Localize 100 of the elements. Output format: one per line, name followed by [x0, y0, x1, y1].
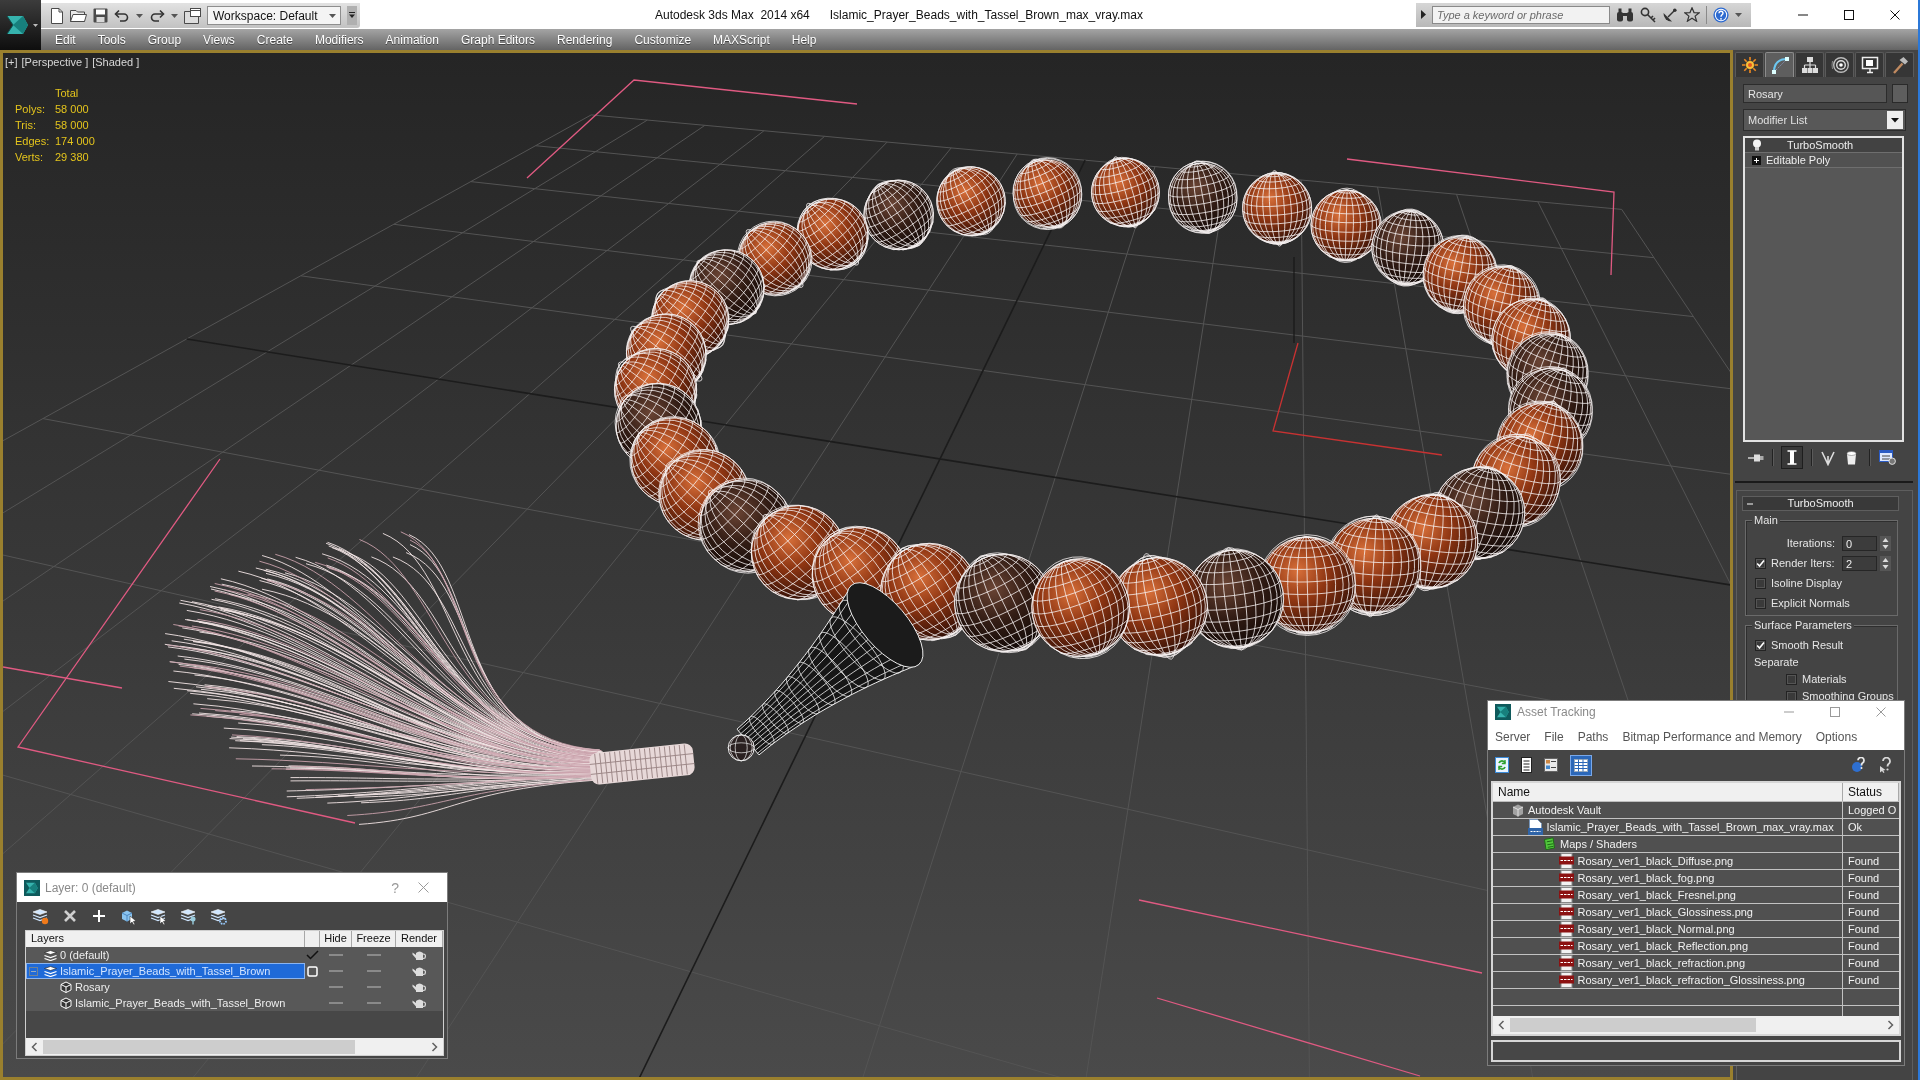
caret-icon[interactable] [1735, 12, 1742, 17]
minimize-icon[interactable] [1798, 13, 1808, 16]
checkbox[interactable] [1786, 674, 1797, 685]
spinner-arrows-icon[interactable] [1880, 556, 1891, 571]
checkbox[interactable] [1755, 558, 1766, 569]
scroll-left-icon[interactable] [31, 1041, 38, 1052]
layer-row[interactable]: 0 (default) [26, 947, 305, 963]
i-beam-icon[interactable] [1781, 446, 1803, 469]
bin-icon[interactable] [1846, 450, 1857, 465]
checkbox[interactable] [1755, 640, 1766, 651]
fork-icon[interactable] [1820, 449, 1836, 466]
spinner-field[interactable]: 2 [1842, 556, 1877, 571]
layer-row[interactable]: Rosary [26, 979, 305, 995]
binoculars-icon[interactable] [1616, 7, 1634, 22]
checkbox[interactable] [1755, 578, 1766, 589]
folder-icon[interactable] [70, 8, 87, 23]
menu-item[interactable]: Group [147, 32, 182, 47]
cross-icon[interactable] [62, 908, 78, 924]
caret-icon[interactable] [171, 13, 178, 18]
redo-icon[interactable] [149, 9, 165, 22]
layer-row[interactable]: Islamic_Prayer_Beads_with_Tassel_Brown [26, 995, 305, 1011]
checkbox[interactable] [1755, 598, 1766, 609]
plus-icon[interactable] [91, 908, 107, 924]
scrollbar-thumb[interactable] [43, 1039, 355, 1054]
menu-item[interactable]: File [1544, 729, 1564, 744]
teapot-icon[interactable] [412, 981, 427, 993]
undo-icon[interactable] [114, 9, 130, 22]
layers-dot-icon[interactable] [32, 907, 49, 925]
help-icon[interactable] [1713, 6, 1729, 23]
help-icon[interactable] [1851, 757, 1867, 773]
scroll-left-icon[interactable] [1498, 1020, 1505, 1030]
menu-item[interactable]: Graph Editors [460, 32, 535, 47]
teapot-icon[interactable] [412, 965, 427, 977]
blank-page-icon[interactable] [50, 7, 64, 24]
maximize-icon[interactable] [1844, 9, 1854, 20]
check-icon[interactable] [306, 950, 319, 960]
teapot-icon[interactable] [412, 997, 427, 1009]
image-list-icon[interactable] [1544, 758, 1558, 772]
expand-icon[interactable] [1752, 155, 1761, 165]
menu-item[interactable]: Paths [1577, 729, 1609, 744]
satellite-dish-icon[interactable] [1662, 6, 1678, 23]
window-gear-icon[interactable] [1879, 450, 1896, 465]
column-header[interactable]: Render [396, 931, 443, 947]
lightbulb-icon[interactable] [1752, 139, 1762, 151]
scrollbar-thumb[interactable] [1510, 1018, 1756, 1032]
column-header[interactable]: Layers [26, 931, 305, 947]
stack-item[interactable]: TurboSmooth [1745, 138, 1902, 153]
table-grid-icon[interactable] [1570, 754, 1592, 776]
menu-item[interactable]: Edit [55, 32, 76, 47]
layer-row[interactable]: Islamic_Prayer_Beads_with_Tassel_Brown [26, 963, 305, 979]
layers-gear-icon[interactable] [210, 907, 227, 925]
column-header[interactable]: Freeze [352, 931, 396, 947]
viewport-label[interactable]: [Shaded ] [92, 56, 140, 69]
spinner-arrows-icon[interactable] [1880, 536, 1891, 551]
checkbox-icon[interactable] [307, 965, 318, 977]
expand-arrow-icon[interactable] [1421, 10, 1426, 19]
column-header[interactable]: Hide [320, 931, 352, 947]
search-field[interactable]: Type a keyword or phrase [1432, 5, 1610, 24]
pin-icon[interactable] [1748, 452, 1764, 463]
spinner-field[interactable]: 0 [1842, 536, 1877, 551]
star-icon[interactable] [1684, 7, 1700, 22]
menu-item[interactable]: Views [203, 32, 235, 47]
menu-item[interactable]: Tools [97, 32, 126, 47]
horizontal-scrollbar[interactable] [26, 1038, 443, 1055]
workspace-dropdown[interactable]: Workspace: Default [207, 6, 341, 25]
menu-item[interactable]: Animation [385, 32, 439, 47]
color-swatch-icon[interactable] [1892, 84, 1908, 103]
menu-item[interactable]: MAXScript [713, 32, 770, 47]
layers-pin-icon[interactable] [180, 907, 197, 925]
menu-item[interactable]: Help [791, 32, 817, 47]
panel-tab[interactable] [1885, 52, 1914, 77]
viewport-label[interactable]: [+] [5, 56, 18, 69]
document-lines-icon[interactable] [1521, 757, 1532, 773]
panel-tab[interactable] [1735, 52, 1764, 77]
refresh-icon[interactable] [1495, 757, 1509, 773]
layers-cursor-icon[interactable] [150, 907, 167, 925]
application-button[interactable] [0, 0, 41, 50]
rollout-header[interactable]: TurboSmooth [1742, 496, 1899, 511]
viewport-label[interactable]: [Perspective ] [21, 56, 89, 69]
horizontal-scrollbar[interactable] [1493, 1016, 1899, 1034]
panel-tab[interactable] [1765, 52, 1794, 77]
menu-item[interactable]: Bitmap Performance and Memory [1622, 729, 1802, 744]
folder-window-icon[interactable] [184, 7, 201, 24]
scroll-right-icon[interactable] [431, 1041, 438, 1052]
caret-icon[interactable] [136, 13, 143, 18]
panel-tab[interactable] [1795, 52, 1824, 77]
panel-tab[interactable] [1825, 52, 1854, 77]
teapot-icon[interactable] [412, 949, 427, 961]
column-header[interactable]: Name [1493, 783, 1843, 801]
menu-item[interactable]: Customize [634, 32, 692, 47]
menu-item[interactable]: Options [1815, 729, 1858, 744]
close-icon[interactable] [1890, 9, 1900, 20]
modifier-list-dropdown[interactable]: Modifier List [1743, 109, 1906, 131]
panel-tab[interactable] [1855, 52, 1884, 77]
column-header[interactable]: Status [1843, 783, 1899, 801]
menu-item[interactable]: Modifiers [314, 32, 364, 47]
scroll-right-icon[interactable] [1887, 1020, 1894, 1030]
menu-item[interactable]: Create [256, 32, 293, 47]
key-icon[interactable] [1640, 6, 1656, 23]
name-field[interactable]: Rosary [1743, 84, 1887, 103]
